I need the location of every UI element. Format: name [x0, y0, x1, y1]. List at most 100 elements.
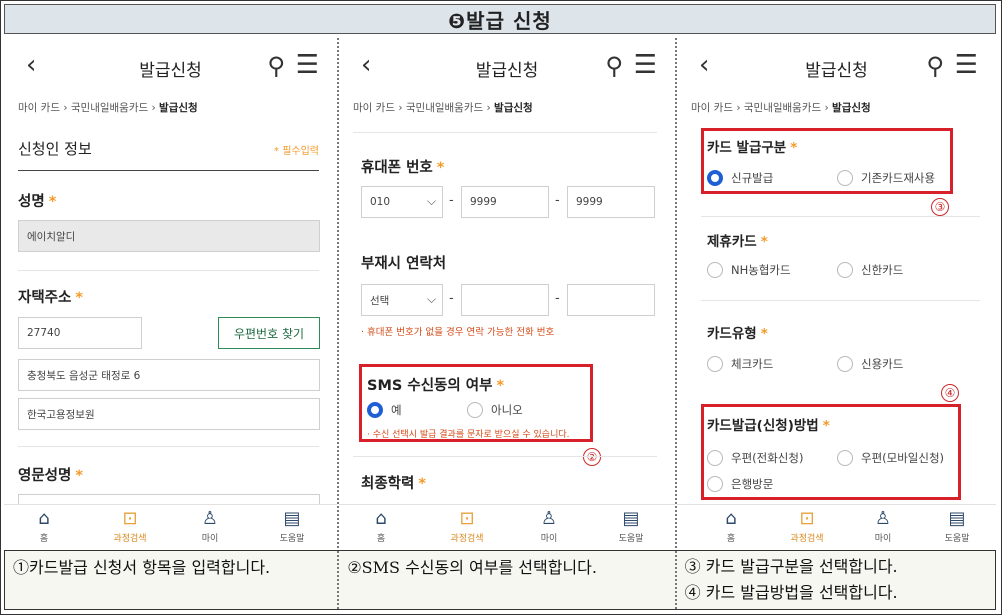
breadcrumb-current: 발급신청: [494, 102, 533, 114]
caption-1: ①카드발급 신청서 항목을 입력합니다.: [5, 551, 340, 609]
page-title: ❺발급 신청: [4, 4, 996, 34]
nav-help[interactable]: ▤ 도움말: [927, 508, 987, 545]
breadcrumb: 마이 카드 › 국민내일배움카드 › 발급신청: [691, 100, 871, 115]
eng-name-label: 영문성명 *: [18, 464, 83, 485]
issue-new-radio[interactable]: 신규발급: [707, 170, 773, 186]
method-bank-radio[interactable]: 은행방문: [707, 476, 773, 492]
sms-no-radio[interactable]: 아니오: [467, 402, 523, 418]
course-search-icon: ⊡: [799, 508, 815, 529]
course-search-icon: ⊡: [459, 508, 475, 529]
nav-home[interactable]: ⌂ 홈: [14, 509, 74, 545]
menu-icon[interactable]: ☰: [634, 50, 657, 80]
nav-help[interactable]: ▤ 도움말: [262, 509, 322, 545]
breadcrumb-item[interactable]: 마이 카드: [691, 102, 733, 114]
card-type-label-text: 카드유형: [707, 326, 757, 342]
nav-home[interactable]: ⌂ 홈: [701, 509, 761, 545]
nav-course-search[interactable]: ⊡ 과정검색: [100, 509, 160, 545]
zip-search-button[interactable]: 우편번호 찾기: [218, 317, 320, 349]
nav-search-label: 과정검색: [113, 534, 147, 544]
nav-home[interactable]: ⌂ 홈: [351, 508, 411, 545]
nav-home-label: 홈: [726, 534, 736, 544]
sms-label: SMS 수신동의 여부 *: [367, 374, 504, 395]
chevron-down-icon: ⌵: [427, 194, 437, 208]
nav-home-label: 홈: [39, 534, 49, 544]
required-mark: *: [822, 418, 830, 434]
person-icon: ♙: [874, 508, 892, 529]
phone-last-field[interactable]: 9999: [567, 186, 655, 218]
partner-shinhan-radio[interactable]: 신한카드: [837, 262, 903, 278]
divider: [18, 270, 319, 271]
method-phone-label: 우편(전화신청): [731, 451, 804, 465]
partner-nh-radio[interactable]: NH농협카드: [707, 262, 791, 278]
nav-course-search[interactable]: ⊡ 과정검색: [437, 508, 497, 545]
required-mark: *: [760, 234, 768, 250]
alt-contact-mid-field[interactable]: [461, 284, 549, 316]
method-mobile-label: 우편(모바일신청): [861, 451, 945, 465]
nav-my[interactable]: ♙ 마이: [180, 508, 240, 545]
zip-field[interactable]: 27740: [18, 317, 142, 349]
address-line2-field[interactable]: 한국고용정보원: [18, 398, 320, 430]
chevron-right-icon: ›: [824, 102, 833, 114]
screenshot-panels: ‹ 발급신청 ⚲ ☰ 마이 카드 › 국민내일배움카드 › 발급신청 신청인 정…: [4, 38, 996, 548]
chevron-right-icon: ›: [151, 102, 160, 114]
dash: -: [555, 291, 560, 306]
breadcrumb: 마이 카드 › 국민내일배움카드 › 발급신청: [353, 100, 533, 115]
document-icon: ▤: [622, 508, 640, 529]
radio-unselected-icon: [707, 356, 723, 372]
sms-yes-radio[interactable]: 예: [367, 402, 402, 418]
nav-course-search[interactable]: ⊡ 과정검색: [777, 508, 837, 545]
nav-my[interactable]: ♙ 마이: [853, 508, 913, 545]
address-line1-field[interactable]: 충청북도 음성군 태정로 6: [18, 359, 320, 391]
search-icon[interactable]: ⚲: [926, 52, 944, 80]
dash: -: [449, 193, 454, 208]
alt-contact-last-field[interactable]: [567, 284, 655, 316]
required-mark: *: [760, 326, 768, 342]
bottom-nav: ⌂ 홈 ⊡ 과정검색 ♙ 마이 ▤ 도움말: [339, 504, 675, 548]
phone-mid-field[interactable]: 9999: [461, 186, 549, 218]
caption-3: ③ 카드 발급구분을 선택합니다. ④ 카드 발급방법을 선택합니다.: [677, 551, 995, 609]
nav-my-label: 마이: [874, 534, 892, 544]
method-phone-radio[interactable]: 우편(전화신청): [707, 450, 803, 466]
required-mark: *: [418, 476, 426, 492]
breadcrumb-item[interactable]: 국민내일배움카드: [71, 102, 148, 114]
menu-icon[interactable]: ☰: [296, 50, 319, 80]
header-title: 발급신청: [805, 61, 868, 81]
breadcrumb-item[interactable]: 마이 카드: [18, 102, 60, 114]
method-label-text: 카드발급(신청)방법: [707, 418, 819, 434]
divider: [353, 456, 657, 457]
sms-note: · 수신 선택시 발급 결과를 문자로 받으실 수 있습니다.: [367, 430, 570, 440]
phone-label-text: 휴대폰 번호: [361, 160, 433, 176]
document-icon: ▤: [948, 508, 966, 529]
nav-search-label: 과정검색: [790, 534, 824, 544]
breadcrumb-item[interactable]: 마이 카드: [353, 102, 395, 114]
home-icon: ⌂: [375, 508, 387, 529]
breadcrumb-item[interactable]: 국민내일배움카드: [406, 102, 483, 114]
chevron-right-icon: ›: [63, 102, 71, 114]
caption-row: ①카드발급 신청서 항목을 입력합니다. ②SMS 수신동의 여부를 선택합니다…: [4, 550, 996, 610]
search-icon[interactable]: ⚲: [605, 52, 623, 80]
menu-icon[interactable]: ☰: [955, 50, 978, 80]
radio-unselected-icon: [837, 262, 853, 278]
nav-help-label: 도움말: [279, 534, 305, 544]
nav-my[interactable]: ♙ 마이: [519, 509, 579, 545]
breadcrumb-current: 발급신청: [159, 102, 198, 114]
person-icon: ♙: [201, 508, 219, 529]
nav-help[interactable]: ▤ 도움말: [601, 508, 661, 545]
required-mark: *: [75, 290, 83, 306]
divider: [18, 170, 319, 171]
radio-selected-icon: [367, 402, 383, 418]
type-credit-radio[interactable]: 신용카드: [837, 356, 903, 372]
type-check-radio[interactable]: 체크카드: [707, 356, 773, 372]
phone-label: 휴대폰 번호 *: [361, 156, 444, 177]
radio-unselected-icon: [467, 402, 483, 418]
divider: [701, 216, 980, 217]
required-mark: *: [48, 194, 57, 210]
search-icon[interactable]: ⚲: [267, 52, 285, 80]
panel-contact-sms: ‹ 발급신청 ⚲ ☰ 마이 카드 › 국민내일배움카드 › 발급신청 휴대폰 번…: [339, 38, 677, 548]
breadcrumb-item[interactable]: 국민내일배움카드: [744, 102, 821, 114]
marker-3: ③: [931, 198, 949, 216]
name-field[interactable]: 에이치알디: [18, 220, 320, 252]
method-mobile-radio[interactable]: 우편(모바일신청): [837, 450, 944, 466]
chevron-right-icon: ›: [736, 102, 744, 114]
issue-reuse-radio[interactable]: 기존카드재사용: [837, 170, 935, 186]
